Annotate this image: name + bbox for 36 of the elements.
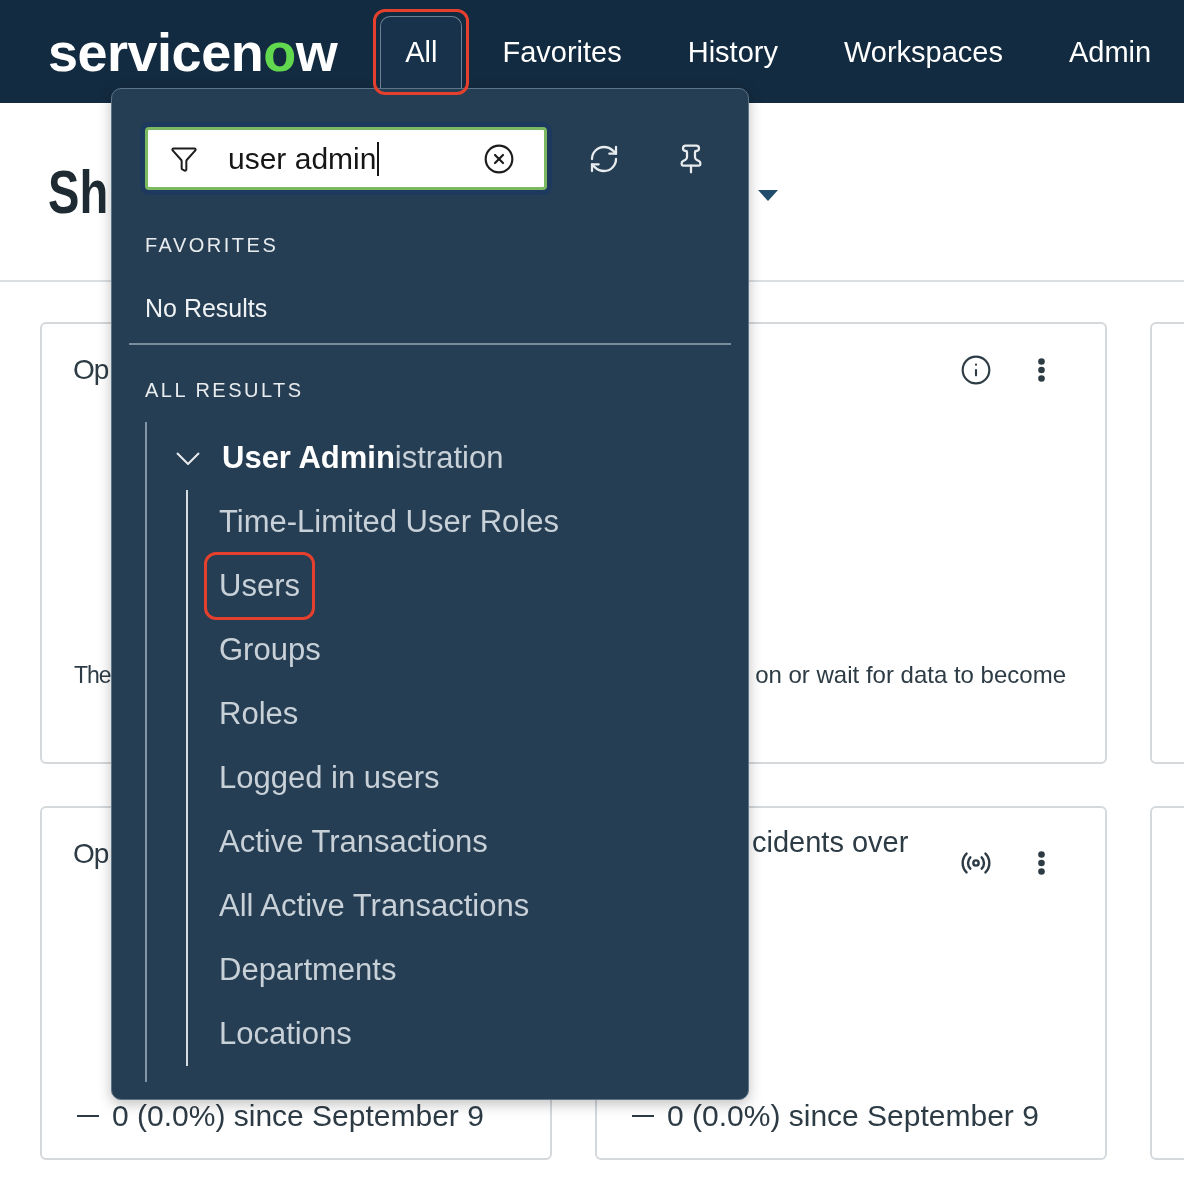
- menu-group-item[interactable]: User Administration: [222, 438, 504, 478]
- menu-item[interactable]: Users: [219, 566, 300, 606]
- nav-menu-item[interactable]: History: [686, 33, 779, 70]
- section-heading: ALL RESULTS: [145, 378, 304, 402]
- card-title: Op: [73, 353, 109, 387]
- nav-menu-item[interactable]: Favorites: [501, 33, 623, 70]
- page-title: Sh: [48, 160, 109, 223]
- menu-item[interactable]: Logged in users: [219, 758, 440, 798]
- dash-icon: [77, 1115, 99, 1117]
- nav-menu-item[interactable]: Admin: [1067, 33, 1153, 70]
- menu-item[interactable]: Departments: [219, 950, 397, 990]
- section-heading: FAVORITES: [145, 233, 279, 257]
- nav-menu-item[interactable]: Workspaces: [842, 33, 1004, 70]
- dash-icon: [632, 1115, 654, 1117]
- trend-text: 0 (0.0%) since September 9: [112, 1098, 484, 1134]
- card-title: cidents over: [752, 825, 909, 860]
- menu-item[interactable]: Roles: [219, 694, 299, 734]
- empty-message: No Results: [145, 293, 268, 324]
- nav-menu-item[interactable]: All: [380, 15, 463, 88]
- menu-item[interactable]: Locations: [219, 1014, 352, 1054]
- card-message: on or wait for data to become: [755, 660, 1066, 690]
- card-message: The: [74, 661, 111, 690]
- clear-icon[interactable]: [483, 142, 515, 175]
- trend-text: 0 (0.0%) since September 9: [667, 1098, 1039, 1134]
- chevron-down-icon[interactable]: [176, 451, 200, 465]
- text-cursor: [377, 141, 380, 176]
- card-title: Op: [73, 837, 109, 871]
- info-icon[interactable]: [960, 354, 992, 386]
- more-options-icon[interactable]: [1038, 358, 1045, 382]
- menu-item[interactable]: Active Transactions: [219, 822, 488, 862]
- logo[interactable]: servicenow: [48, 24, 338, 79]
- menu-item[interactable]: All Active Transactions: [219, 886, 530, 926]
- menu-item[interactable]: Groups: [219, 630, 321, 670]
- caret-down-icon[interactable]: [758, 190, 778, 201]
- menu-item[interactable]: Time-Limited User Roles: [219, 502, 559, 542]
- more-options-icon[interactable]: [1038, 851, 1045, 875]
